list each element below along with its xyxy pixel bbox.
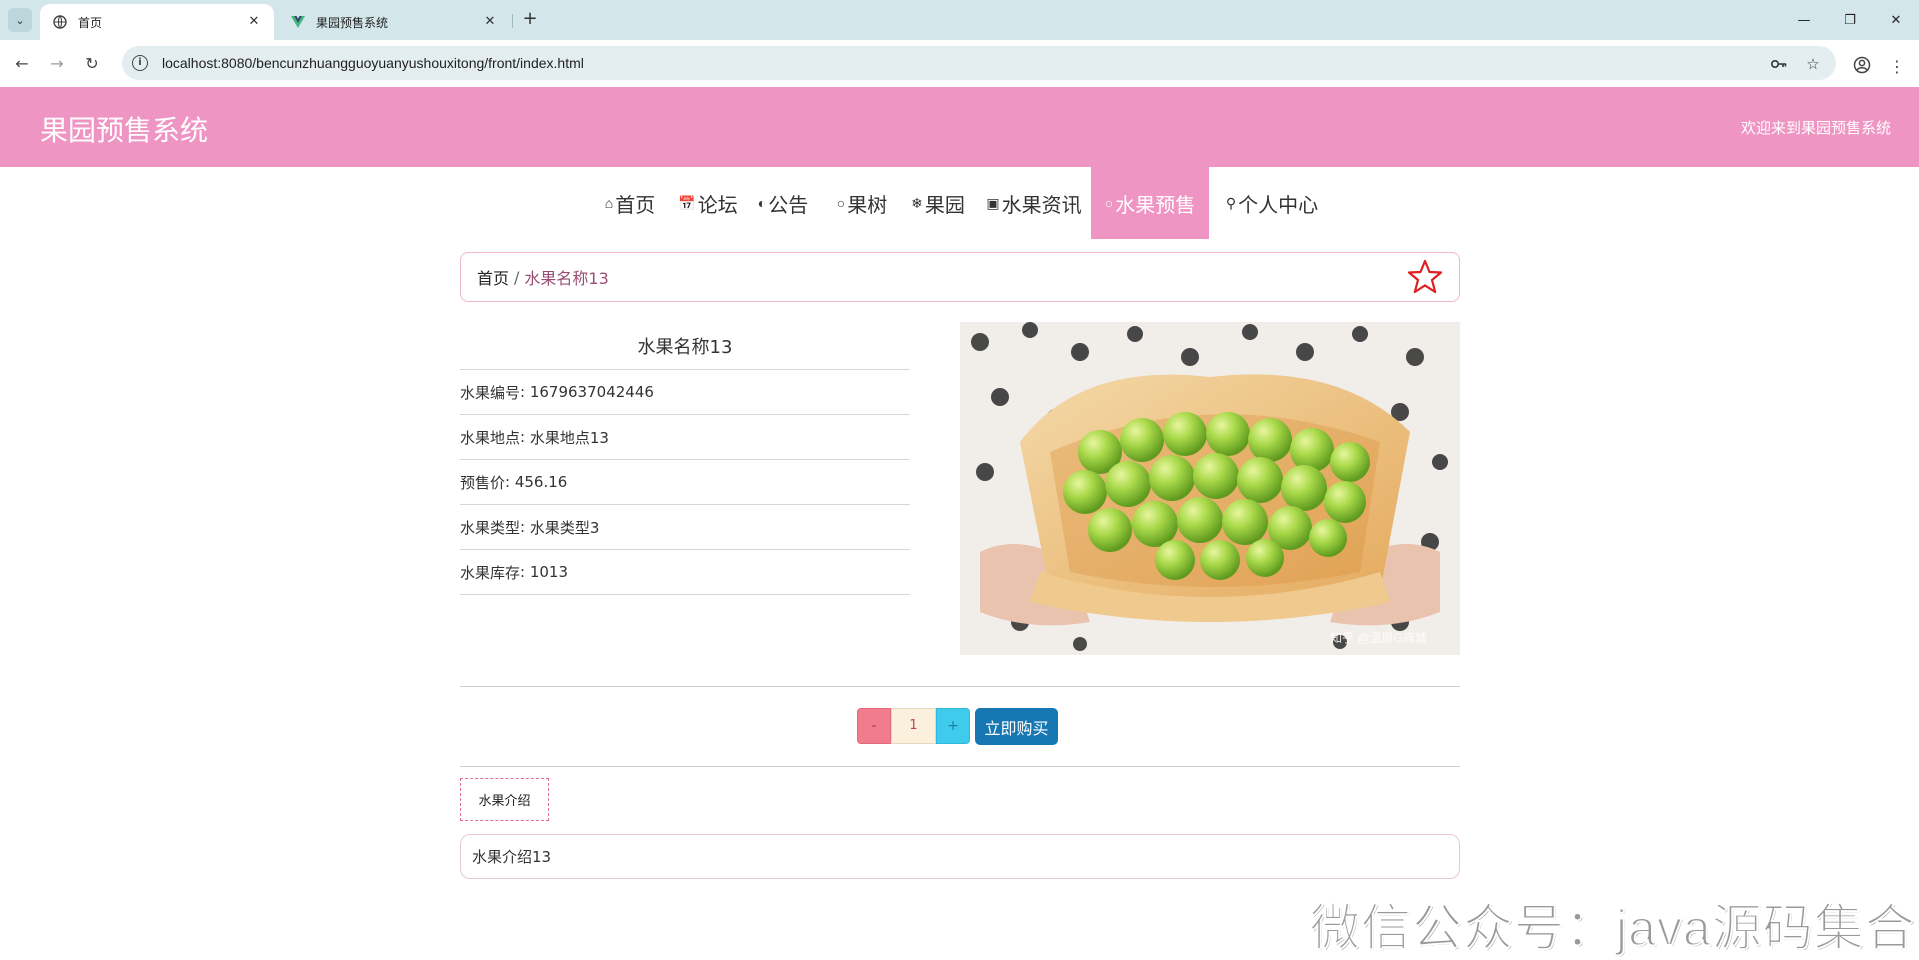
snowflake-icon: ❄	[911, 194, 923, 211]
nav-label: 公告	[768, 194, 809, 217]
image-watermark: 知乎 @温原G商城	[1330, 630, 1427, 645]
site-header: 果园预售系统 欢迎来到果园预售系统	[0, 87, 1919, 167]
field-value: 水果地点13	[529, 428, 609, 447]
close-icon[interactable]: ✕	[482, 14, 498, 30]
minimize-icon[interactable]: —	[1781, 0, 1827, 40]
tab-fruit-intro[interactable]: 水果介绍	[460, 778, 549, 821]
home-icon: ⌂	[604, 195, 614, 211]
quantity-increase-button[interactable]: +	[936, 708, 970, 744]
bookmark-star-icon[interactable]: ☆	[1804, 55, 1822, 73]
nav-label: 水果资讯	[1001, 194, 1082, 217]
field-value: 456.16	[514, 473, 568, 491]
nav-label: 论坛	[697, 194, 738, 217]
field-label: 水果编号	[460, 383, 521, 402]
detail-divider	[460, 594, 910, 595]
field-label: 水果地点	[460, 428, 521, 447]
browser-toolbar: ← → ↻ i localhost:8080/bencunzhuangguoyu…	[0, 40, 1919, 87]
url-text[interactable]: localhost:8080/bencunzhuangguoyuanyushou…	[162, 55, 584, 71]
browser-tab-bar: ⌄ 首页 ✕ 果园预售系统 ✕ + — ❐ ✕	[0, 0, 1919, 40]
nav-label: 首页	[615, 194, 656, 217]
reload-icon[interactable]: ↻	[79, 50, 105, 76]
field-fruit-location: 水果地点: 水果地点13	[460, 414, 910, 459]
profile-icon[interactable]	[1851, 56, 1873, 78]
quantity-decrease-button[interactable]: -	[857, 708, 891, 744]
tab-title: 果园预售系统	[316, 15, 389, 30]
field-colon: :	[520, 518, 530, 536]
user-icon: ⚲	[1225, 194, 1237, 211]
field-value: 水果类型3	[529, 518, 600, 537]
breadcrumb: 首页 / 水果名称13	[460, 252, 1460, 302]
nav-item-fruit-tree[interactable]: ○ 果树	[830, 167, 894, 239]
gift-icon: ▣	[986, 194, 1000, 211]
address-bar[interactable]: i localhost:8080/bencunzhuangguoyuanyush…	[122, 46, 1836, 80]
fruit-intro-content: 水果介绍13	[460, 834, 1460, 879]
tab-title: 首页	[78, 15, 103, 30]
nav-item-fruit-news[interactable]: ▣ 水果资讯	[983, 167, 1085, 239]
field-colon: :	[520, 383, 530, 401]
breadcrumb-home-link[interactable]: 首页	[477, 265, 509, 289]
vue-logo-icon	[290, 14, 306, 30]
field-colon: :	[520, 428, 530, 446]
browser-tab-fruit-system[interactable]: 果园预售系统 ✕	[278, 4, 510, 40]
fruit-name-title: 水果名称13	[637, 337, 733, 358]
welcome-text: 欢迎来到果园预售系统	[1740, 120, 1891, 137]
field-value: 1013	[529, 563, 569, 581]
field-label: 水果类型	[460, 518, 521, 537]
window-close-icon[interactable]: ✕	[1873, 0, 1919, 40]
tab-search-button[interactable]: ⌄	[8, 8, 32, 32]
quantity-input[interactable]: 1	[891, 708, 936, 744]
nav-label: 果园	[924, 194, 965, 217]
overlay-watermark: 微信公众号：java源码集合	[1309, 899, 1916, 957]
forward-arrow-icon[interactable]: →	[44, 50, 70, 76]
nav-item-home[interactable]: ⌂ 首页	[598, 167, 662, 239]
restore-icon[interactable]: ❐	[1827, 0, 1873, 40]
fruit-photo: 知乎 @温原G商城	[960, 322, 1460, 655]
nav-item-fruit-presale[interactable]: ○ 水果预售	[1091, 167, 1209, 239]
palette-icon: ◐	[757, 195, 767, 211]
field-label: 水果库存	[460, 563, 521, 582]
nav-item-orchard[interactable]: ❄ 果园	[906, 167, 970, 239]
cart-icon: ○	[1104, 195, 1114, 211]
field-colon: :	[505, 473, 515, 491]
more-menu-icon[interactable]: ⋮	[1886, 56, 1908, 78]
back-arrow-icon[interactable]: ←	[9, 50, 35, 76]
site-info-icon[interactable]: i	[132, 55, 148, 71]
field-colon: :	[520, 563, 530, 581]
nav-item-forum[interactable]: 📅 论坛	[676, 167, 740, 239]
close-icon[interactable]: ✕	[246, 14, 262, 30]
section-divider	[460, 766, 1460, 767]
nav-item-notice[interactable]: ◐ 公告	[752, 167, 814, 239]
chevron-down-icon: ⌄	[15, 13, 25, 27]
field-value: 1679637042446	[529, 383, 654, 401]
nav-label: 个人中心	[1238, 194, 1319, 217]
breadcrumb-separator: /	[514, 267, 520, 287]
field-presale-price: 预售价: 456.16	[460, 459, 910, 504]
section-divider	[460, 686, 1460, 687]
site-title: 果园预售系统	[40, 115, 209, 146]
calendar-icon: 📅	[678, 194, 696, 211]
favorite-star-icon[interactable]	[1407, 259, 1443, 295]
circle-icon: ○	[836, 195, 846, 211]
browser-tab-home[interactable]: 首页 ✕	[40, 4, 274, 40]
buy-now-button[interactable]: 立即购买	[975, 708, 1058, 745]
field-fruit-stock: 水果库存: 1013	[460, 549, 910, 594]
globe-icon	[52, 14, 68, 30]
nav-label: 果树	[847, 194, 888, 217]
main-nav: ⌂ 首页 📅 论坛 ◐ 公告 ○ 果树 ❄ 果园 ▣ 水果资讯 ○ 水果预售 ⚲…	[0, 167, 1919, 239]
tab-divider	[512, 14, 513, 28]
nav-label: 水果预售	[1115, 194, 1196, 217]
new-tab-icon[interactable]: +	[518, 8, 542, 32]
field-fruit-type: 水果类型: 水果类型3	[460, 504, 910, 549]
field-label: 预售价	[460, 473, 506, 492]
field-fruit-number: 水果编号: 1679637042446	[460, 369, 910, 414]
breadcrumb-current: 水果名称13	[524, 269, 609, 288]
nav-item-personal-center[interactable]: ⚲ 个人中心	[1220, 167, 1324, 239]
key-icon[interactable]	[1770, 55, 1788, 73]
